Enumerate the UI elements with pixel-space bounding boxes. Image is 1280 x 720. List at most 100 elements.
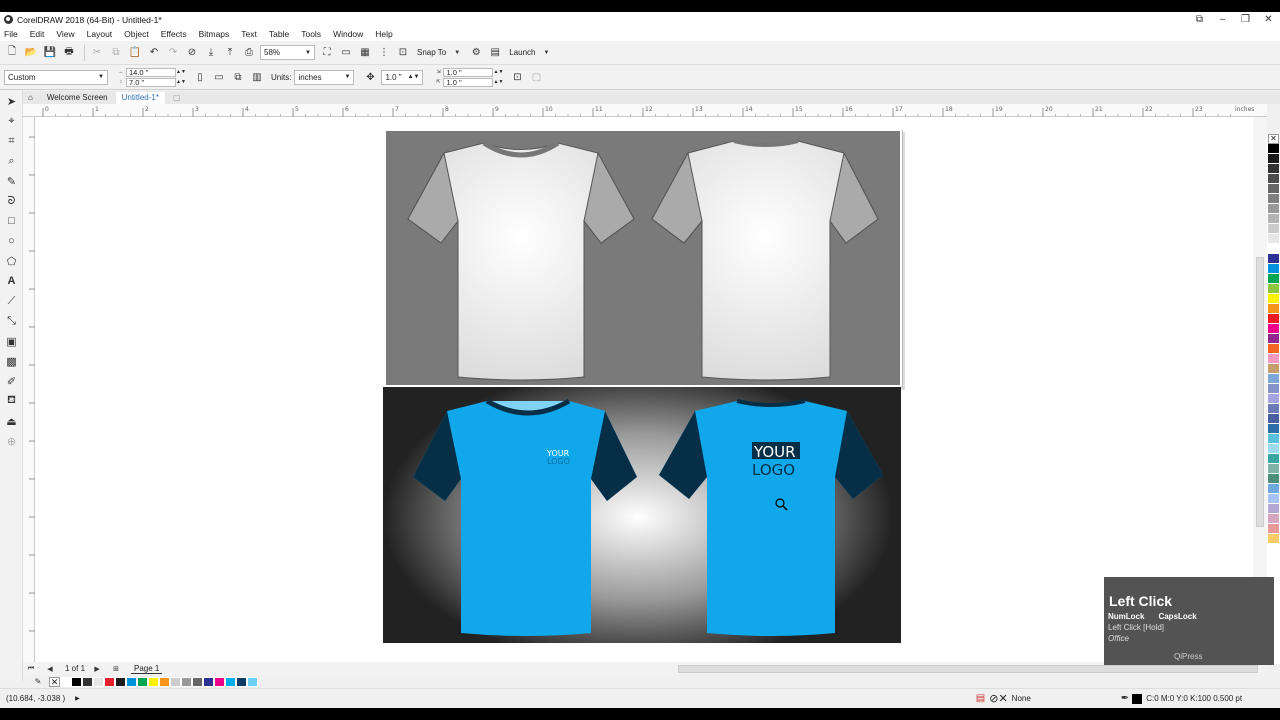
current-page-icon[interactable]: ▥: [249, 69, 265, 85]
menu-layout[interactable]: Layout: [87, 29, 113, 39]
freehand-tool-icon[interactable]: ✎: [0, 171, 23, 191]
color-swatch[interactable]: [1268, 214, 1279, 224]
document-palette[interactable]: ✎ ✕: [30, 675, 258, 688]
color-swatch[interactable]: [1268, 504, 1279, 514]
color-swatch[interactable]: [1268, 184, 1279, 194]
parallel-dimension-tool-icon[interactable]: ⟋: [0, 291, 23, 311]
menu-bitmaps[interactable]: Bitmaps: [199, 29, 230, 39]
color-swatch[interactable]: [181, 676, 192, 687]
nudge-distance-input[interactable]: 1.0 " ▲▼: [381, 69, 424, 85]
maximize-button[interactable]: ❐: [1234, 12, 1257, 27]
color-swatch[interactable]: [104, 676, 115, 687]
menu-text[interactable]: Text: [241, 29, 257, 39]
paste-icon[interactable]: 📋: [127, 45, 143, 61]
color-swatch[interactable]: [1268, 414, 1279, 424]
duplicate-y-stepper[interactable]: ▲▼: [493, 79, 504, 85]
drop-shadow-tool-icon[interactable]: ▣: [0, 331, 23, 351]
tab-welcome-screen[interactable]: Welcome Screen: [41, 92, 114, 104]
color-swatch[interactable]: [1268, 534, 1279, 544]
color-swatch[interactable]: [170, 676, 181, 687]
page-border-icon[interactable]: ⊡: [509, 69, 525, 85]
color-swatch[interactable]: [1268, 474, 1279, 484]
color-swatch[interactable]: [214, 676, 225, 687]
copy-icon[interactable]: ⧉: [108, 45, 124, 61]
color-swatch[interactable]: [1268, 204, 1279, 214]
color-swatch[interactable]: [1268, 514, 1279, 524]
height-stepper[interactable]: ▲▼: [176, 79, 186, 85]
color-swatch[interactable]: [1268, 354, 1279, 364]
color-swatch[interactable]: [82, 676, 93, 687]
ellipse-tool-icon[interactable]: ○: [0, 231, 23, 251]
duplicate-x-stepper[interactable]: ▲▼: [493, 69, 504, 75]
launch-icon[interactable]: ▤: [487, 45, 503, 61]
tshirt-mockup-blue[interactable]: YOUR LOGO YOUR LOGO: [383, 387, 901, 643]
options-gear-icon[interactable]: ⚙: [468, 45, 484, 61]
color-swatch[interactable]: [1268, 394, 1279, 404]
color-swatch[interactable]: [225, 676, 236, 687]
units-dropdown[interactable]: inches ▼: [294, 69, 355, 85]
color-swatch[interactable]: [137, 676, 148, 687]
cut-icon[interactable]: ✂: [89, 45, 105, 61]
export-icon[interactable]: ⤒: [222, 45, 238, 61]
show-guidelines-icon[interactable]: ⋮: [376, 45, 392, 61]
artistic-media-tool-icon[interactable]: ᘐ: [0, 191, 23, 211]
no-color-swatch[interactable]: ✕: [1268, 134, 1279, 144]
pick-tool-icon[interactable]: ➤: [0, 91, 23, 111]
horizontal-scrollbar[interactable]: [678, 665, 1258, 673]
color-swatch[interactable]: [1268, 314, 1279, 324]
color-swatch[interactable]: [1268, 484, 1279, 494]
snap-to-dropdown[interactable]: Snap To: [417, 48, 446, 57]
color-swatch[interactable]: [148, 676, 159, 687]
minimize-button[interactable]: –: [1211, 12, 1234, 27]
color-swatch[interactable]: [236, 676, 247, 687]
color-swatch[interactable]: [1268, 334, 1279, 344]
restore-down-icon[interactable]: ⧉: [1188, 12, 1211, 27]
color-swatch[interactable]: [159, 676, 170, 687]
bleed-icon[interactable]: ▢: [528, 69, 544, 85]
vertical-scroll-thumb[interactable]: [1256, 257, 1264, 527]
text-tool-icon[interactable]: A: [0, 271, 23, 291]
menu-file[interactable]: File: [4, 29, 18, 39]
color-swatch[interactable]: [1268, 344, 1279, 354]
tshirt-mockup-grey[interactable]: [384, 129, 902, 387]
page-tab[interactable]: Page 1: [131, 664, 163, 674]
no-color-swatch[interactable]: ✕: [49, 676, 60, 687]
color-swatch[interactable]: [1268, 174, 1279, 184]
width-stepper[interactable]: ▲▼: [176, 69, 186, 75]
color-swatch[interactable]: [1268, 244, 1279, 254]
rectangle-tool-icon[interactable]: □: [0, 211, 23, 231]
drawing-canvas[interactable]: YOUR LOGO YOUR LOGO: [35, 117, 1267, 662]
color-swatch[interactable]: [1268, 164, 1279, 174]
color-swatch[interactable]: [1268, 274, 1279, 284]
color-swatch[interactable]: [1268, 374, 1279, 384]
nudge-stepper[interactable]: ▲▼: [408, 74, 420, 80]
menu-window[interactable]: Window: [333, 29, 363, 39]
new-tab-icon[interactable]: ▢: [167, 92, 187, 104]
new-document-icon[interactable]: 🗋: [4, 45, 20, 61]
color-swatch[interactable]: [1268, 294, 1279, 304]
launch-dropdown[interactable]: Launch: [509, 48, 535, 57]
color-swatch[interactable]: [1268, 284, 1279, 294]
menu-object[interactable]: Object: [124, 29, 149, 39]
color-swatch[interactable]: [1268, 444, 1279, 454]
print-icon[interactable]: 🖶: [61, 45, 77, 61]
landscape-icon[interactable]: ▭: [211, 69, 227, 85]
color-swatch[interactable]: [1268, 434, 1279, 444]
page-width-input[interactable]: 14.0 ": [126, 67, 176, 77]
publish-pdf-icon[interactable]: ⎙: [241, 45, 257, 61]
color-swatch[interactable]: [192, 676, 203, 687]
tab-untitled-1[interactable]: Untitled-1*: [115, 91, 165, 104]
play-icon[interactable]: ▶: [75, 695, 80, 702]
color-swatch[interactable]: [1268, 464, 1279, 474]
color-swatch[interactable]: [60, 676, 71, 687]
transparency-tool-icon[interactable]: ▩: [0, 351, 23, 371]
color-swatch[interactable]: [1268, 264, 1279, 274]
color-swatch[interactable]: [1268, 224, 1279, 234]
polygon-tool-icon[interactable]: ⬠: [0, 251, 23, 271]
chevron-down-icon[interactable]: ▼: [538, 45, 554, 61]
all-pages-icon[interactable]: ⧉: [230, 69, 246, 85]
show-grid-icon[interactable]: ▦: [357, 45, 373, 61]
shape-tool-icon[interactable]: ⌖: [0, 111, 23, 131]
color-swatch[interactable]: [1268, 304, 1279, 314]
menu-tools[interactable]: Tools: [301, 29, 321, 39]
